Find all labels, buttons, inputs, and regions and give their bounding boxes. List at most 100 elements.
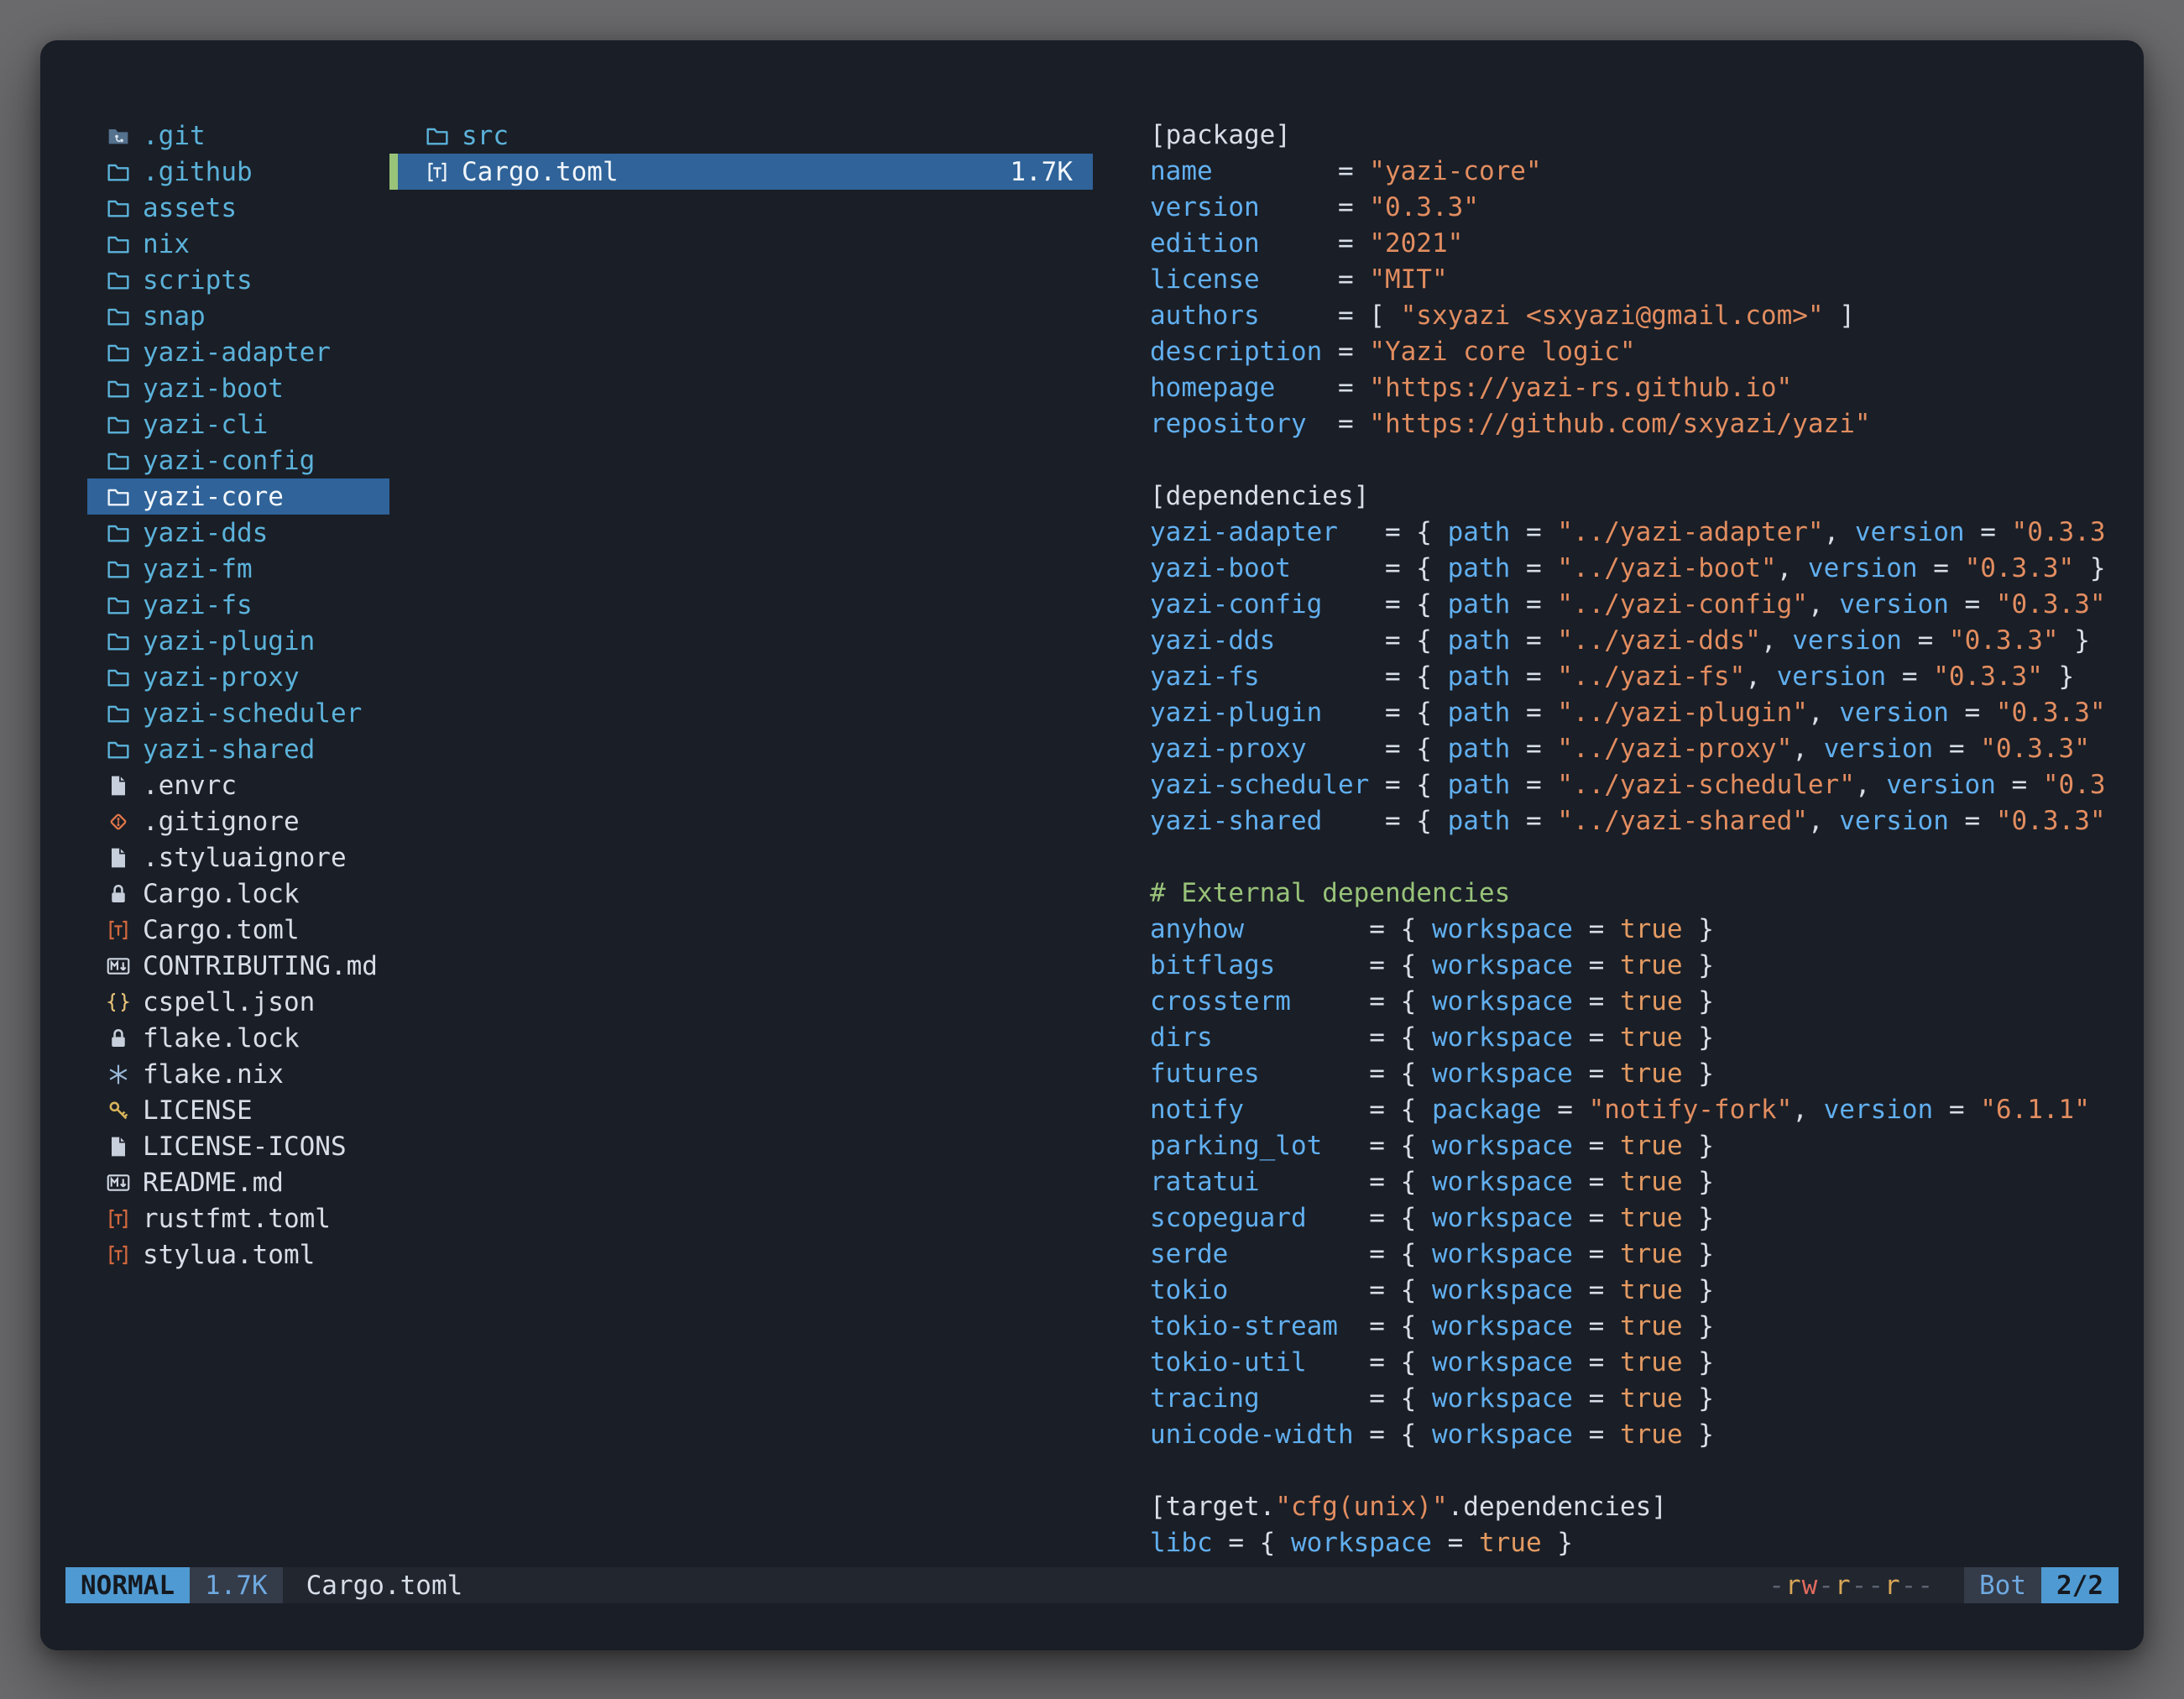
file-icon	[104, 771, 133, 800]
mode-badge: NORMAL	[65, 1567, 190, 1603]
dir-item-yazi-boot[interactable]: yazi-boot	[87, 370, 389, 406]
folder-icon	[104, 663, 133, 692]
dir-item-nix[interactable]: nix	[87, 226, 389, 262]
dir-item-.git[interactable]: .git	[87, 118, 389, 154]
preview-line	[1150, 442, 2106, 478]
toml-icon	[423, 158, 452, 186]
yazi-window: .git.githubassetsnixscriptssnapyazi-adap…	[40, 40, 2144, 1650]
dir-item-yazi-core[interactable]: yazi-core	[87, 478, 389, 515]
file-item-flake.nix[interactable]: flake.nix	[87, 1056, 389, 1092]
folder-icon	[104, 194, 133, 222]
item-label: yazi-fs	[143, 590, 253, 620]
lock-icon	[104, 880, 133, 908]
preview-line: futures = { workspace = true }	[1150, 1056, 2106, 1092]
preview-line: yazi-config = { path = "../yazi-config",…	[1150, 587, 2106, 623]
folder-icon	[104, 158, 133, 186]
item-label: yazi-fm	[143, 554, 253, 584]
file-item-cspell.json[interactable]: cspell.json	[87, 984, 389, 1020]
dir-item-yazi-adapter[interactable]: yazi-adapter	[87, 334, 389, 370]
file-item-stylua.toml[interactable]: stylua.toml	[87, 1236, 389, 1273]
folder-icon	[104, 627, 133, 656]
toml-icon	[104, 1205, 133, 1233]
dir-item-yazi-plugin[interactable]: yazi-plugin	[87, 623, 389, 659]
preview-line: yazi-plugin = { path = "../yazi-plugin",…	[1150, 695, 2106, 731]
item-label: .gitignore	[143, 807, 300, 837]
item-label: yazi-config	[143, 446, 315, 476]
preview-line: scopeguard = { workspace = true }	[1150, 1200, 2106, 1236]
dir-item-yazi-shared[interactable]: yazi-shared	[87, 731, 389, 767]
file-item-.styluaignore[interactable]: .styluaignore	[87, 839, 389, 876]
item-label: snap	[143, 301, 206, 332]
preview-line: homepage = "https://yazi-rs.github.io"	[1150, 370, 2106, 406]
file-item-Cargo.lock[interactable]: Cargo.lock	[87, 876, 389, 912]
file-item-.gitignore[interactable]: .gitignore	[87, 803, 389, 839]
preview-line: unicode-width = { workspace = true }	[1150, 1417, 2106, 1453]
preview-line: authors = [ "sxyazi <sxyazi@gmail.com>" …	[1150, 298, 2106, 334]
file-item-LICENSE[interactable]: LICENSE	[87, 1092, 389, 1128]
preview-line: edition = "2021"	[1150, 226, 2106, 262]
preview-line: tracing = { workspace = true }	[1150, 1381, 2106, 1417]
status-bar: NORMAL 1.7K Cargo.toml -rw-r--r-- Bot 2/…	[65, 1567, 2119, 1603]
item-label: nix	[143, 229, 190, 259]
dir-item-src[interactable]: src	[389, 118, 1093, 154]
preview-line: yazi-scheduler = { path = "../yazi-sched…	[1150, 767, 2106, 803]
dir-item-snap[interactable]: snap	[87, 298, 389, 334]
preview-line: repository = "https://github.com/sxyazi/…	[1150, 406, 2106, 442]
file-item-Cargo.toml[interactable]: Cargo.toml1.7K	[389, 154, 1093, 190]
dir-item-scripts[interactable]: scripts	[87, 262, 389, 298]
preview-line: ratatui = { workspace = true }	[1150, 1164, 2106, 1200]
file-item-CONTRIBUTING.md[interactable]: CONTRIBUTING.md	[87, 948, 389, 984]
preview-line: yazi-proxy = { path = "../yazi-proxy", v…	[1150, 731, 2106, 767]
folder-icon	[104, 302, 133, 331]
status-right: -rw-r--r-- Bot 2/2	[1769, 1567, 2119, 1603]
item-label: stylua.toml	[143, 1240, 315, 1270]
dir-item-yazi-scheduler[interactable]: yazi-scheduler	[87, 695, 389, 731]
dir-item-yazi-cli[interactable]: yazi-cli	[87, 406, 389, 442]
parent-pane: .git.githubassetsnixscriptssnapyazi-adap…	[87, 118, 389, 1567]
file-item-LICENSE-ICONS[interactable]: LICENSE-ICONS	[87, 1128, 389, 1164]
dir-item-yazi-fm[interactable]: yazi-fm	[87, 551, 389, 587]
folder-icon	[104, 230, 133, 259]
item-label: cspell.json	[143, 987, 315, 1017]
preview-line: parking_lot = { workspace = true }	[1150, 1128, 2106, 1164]
preview-line: # External dependencies	[1150, 876, 2106, 912]
item-label: .envrc	[143, 771, 237, 801]
dir-item-assets[interactable]: assets	[87, 190, 389, 226]
folder-icon	[104, 483, 133, 511]
dir-item-yazi-fs[interactable]: yazi-fs	[87, 587, 389, 623]
file-item-README.md[interactable]: README.md	[87, 1164, 389, 1200]
folder-icon	[104, 591, 133, 619]
item-label: yazi-boot	[143, 374, 284, 404]
toml-icon	[104, 916, 133, 944]
item-label: flake.lock	[143, 1023, 300, 1053]
item-label: flake.nix	[143, 1059, 284, 1090]
preview-line: description = "Yazi core logic"	[1150, 334, 2106, 370]
dir-item-yazi-config[interactable]: yazi-config	[87, 442, 389, 478]
dir-item-yazi-proxy[interactable]: yazi-proxy	[87, 659, 389, 695]
item-label: Cargo.toml	[462, 157, 619, 187]
dir-item-yazi-dds[interactable]: yazi-dds	[87, 515, 389, 551]
folder-icon	[423, 122, 452, 150]
markdown-icon	[104, 1168, 133, 1197]
git-icon	[104, 808, 133, 836]
dir-item-.github[interactable]: .github	[87, 154, 389, 190]
preview-line: libc = { workspace = true }	[1150, 1525, 2106, 1561]
preview-line: serde = { workspace = true }	[1150, 1236, 2106, 1273]
preview-line: name = "yazi-core"	[1150, 154, 2106, 190]
file-item-Cargo.toml[interactable]: Cargo.toml	[87, 912, 389, 948]
item-label: LICENSE	[143, 1095, 253, 1126]
file-item-flake.lock[interactable]: flake.lock	[87, 1020, 389, 1056]
preview-line: crossterm = { workspace = true }	[1150, 984, 2106, 1020]
preview-line: anyhow = { workspace = true }	[1150, 912, 2106, 948]
item-label: src	[462, 121, 509, 151]
toml-icon	[104, 1241, 133, 1269]
preview-line: tokio-util = { workspace = true }	[1150, 1345, 2106, 1381]
git-folder-icon	[104, 122, 133, 150]
item-label: .styluaignore	[143, 843, 347, 873]
preview-line: yazi-shared = { path = "../yazi-shared",…	[1150, 803, 2106, 839]
file-item-.envrc[interactable]: .envrc	[87, 767, 389, 803]
item-label: .git	[143, 121, 206, 151]
file-item-rustfmt.toml[interactable]: rustfmt.toml	[87, 1200, 389, 1236]
file-permissions: -rw-r--r--	[1769, 1571, 1934, 1601]
folder-icon	[104, 374, 133, 403]
